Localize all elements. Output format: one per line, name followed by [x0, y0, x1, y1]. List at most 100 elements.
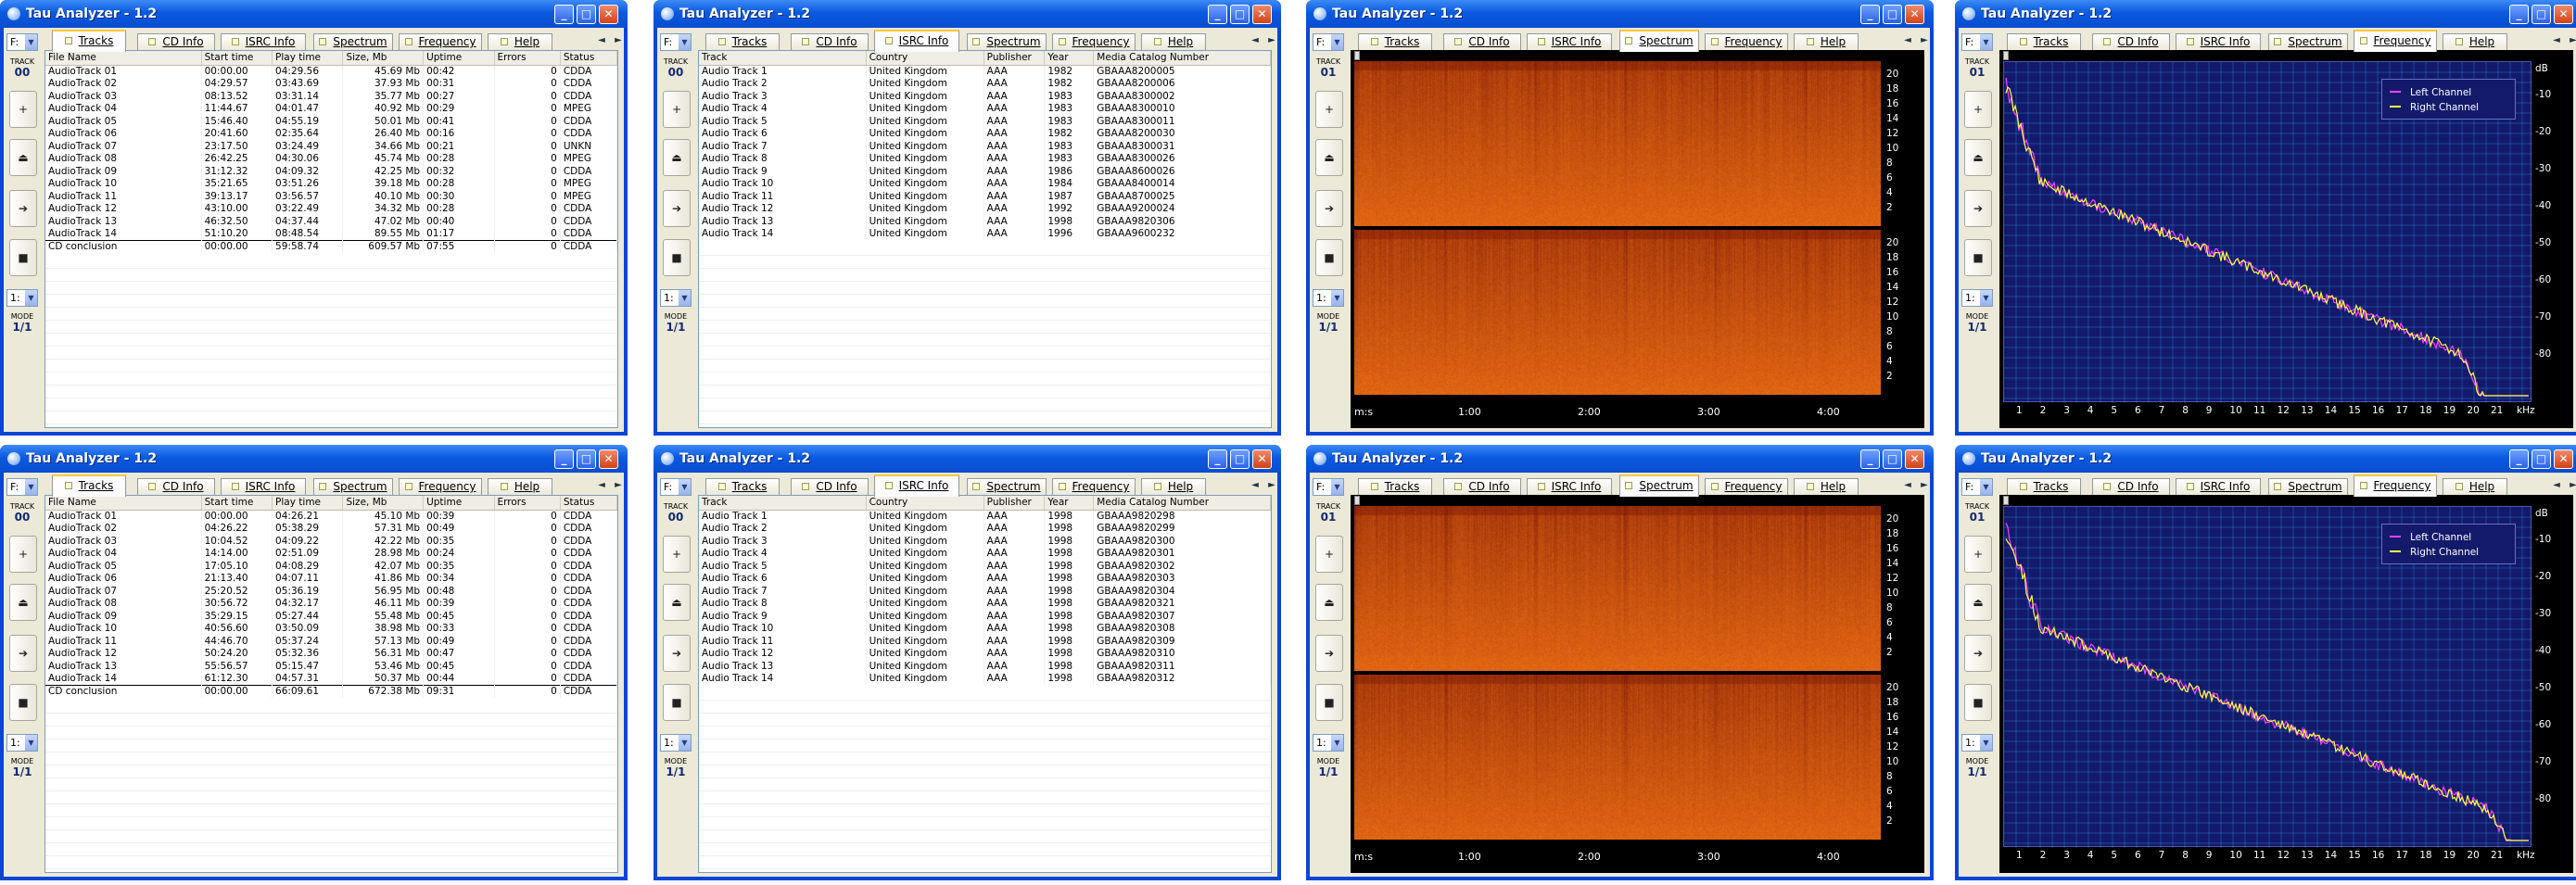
cd-conclusion-row[interactable]: CD conclusion 00:00.00 59:58.74 609.57 Mb 07…	[45, 239, 617, 253]
maximize-button[interactable]: □	[577, 5, 596, 24]
maximize-button[interactable]: □	[1883, 449, 1902, 469]
table-row[interactable]: Audio Track 7 United Kingdom AAA 1998 GBAAA9…	[699, 585, 1271, 598]
mode-select[interactable]: 1: ▼	[1961, 289, 1993, 307]
table-row[interactable]: AudioTrack 03 10:04.52 04:09.22 42.22 Mb 00:…	[45, 535, 617, 548]
table-row[interactable]: AudioTrack 13 55:56.57 05:15.47 53.46 Mb 00:…	[45, 660, 617, 673]
close-button[interactable]: ✕	[1905, 5, 1924, 24]
table-row[interactable]: AudioTrack 04 11:44.67 04:01.47 40.92 Mb 00:…	[45, 102, 617, 115]
table-row[interactable]: AudioTrack 11 44:46.70 05:37.24 57.13 Mb 00:…	[45, 635, 617, 648]
next-button[interactable]: ➔	[1964, 635, 1992, 672]
table-row[interactable]: AudioTrack 12 50:24.20 05:32.36 56.31 Mb 00:…	[45, 647, 617, 660]
close-button[interactable]: ✕	[2554, 5, 2573, 24]
stop-button[interactable]: ■	[9, 684, 37, 721]
table-row[interactable]: AudioTrack 09 35:29.15 05:27.44 55.48 Mb 00:…	[45, 610, 617, 623]
tab-frequency[interactable]: Frequency	[399, 478, 482, 495]
table-row[interactable]: Audio Track 6 United Kingdom AAA 1982 GBAAA8…	[699, 127, 1271, 140]
tab-cd-info[interactable]: CD Info	[137, 33, 215, 50]
tab-help[interactable]: Help	[1794, 478, 1859, 495]
chevron-down-icon[interactable]: ▼	[25, 735, 37, 751]
chevron-down-icon[interactable]: ▼	[1980, 34, 1992, 50]
add-button[interactable]: +	[9, 91, 37, 128]
tab-cd-info[interactable]: CD Info	[2092, 478, 2170, 495]
eject-button[interactable]: ⏏	[1964, 584, 1992, 621]
scroll-left-icon[interactable]: ◄	[1249, 33, 1262, 48]
column-header[interactable]: Track	[699, 496, 867, 511]
chevron-down-icon[interactable]: ▼	[25, 34, 37, 50]
column-header[interactable]: Publisher	[983, 496, 1046, 511]
scroll-left-icon[interactable]: ◄	[2550, 33, 2563, 48]
tab-isrc-info[interactable]: ISRC Info	[1527, 478, 1612, 495]
title-bar[interactable]: Tau Analyzer - 1.2 _ □ ✕	[654, 0, 1281, 28]
title-bar[interactable]: Tau Analyzer - 1.2 _ □ ✕	[1306, 0, 1934, 28]
tab-tracks[interactable]: Tracks	[2007, 478, 2081, 495]
table-row[interactable]: Audio Track 13 United Kingdom AAA 1998 GBAAA…	[699, 660, 1271, 673]
next-button[interactable]: ➔	[663, 190, 691, 227]
table-row[interactable]: AudioTrack 08 26:42.25 04:30.06 45.74 Mb 00:…	[45, 152, 617, 165]
table-row[interactable]: AudioTrack 08 30:56.72 04:32.17 46.11 Mb 00:…	[45, 597, 617, 610]
column-header[interactable]: Start time	[201, 496, 273, 511]
tab-cd-info[interactable]: CD Info	[2092, 33, 2170, 50]
chevron-down-icon[interactable]: ▼	[1331, 34, 1343, 50]
tab-isrc-info[interactable]: ISRC Info	[1527, 33, 1612, 50]
title-bar[interactable]: Tau Analyzer - 1.2 _ □ ✕	[0, 0, 628, 28]
chevron-down-icon[interactable]: ▼	[679, 290, 691, 306]
table-row[interactable]: AudioTrack 14 61:12.30 04:57.31 50.37 Mb 00:…	[45, 672, 617, 685]
tab-tracks[interactable]: Tracks	[1358, 478, 1432, 495]
tab-frequency[interactable]: Frequency	[1052, 478, 1136, 495]
column-header[interactable]: Uptime	[423, 496, 495, 511]
column-header[interactable]: Errors	[494, 496, 561, 511]
chevron-down-icon[interactable]: ▼	[25, 479, 37, 495]
table-row[interactable]: Audio Track 3 United Kingdom AAA 1983 GBAAA8…	[699, 90, 1271, 103]
next-button[interactable]: ➔	[1315, 190, 1343, 227]
table-row[interactable]: Audio Track 8 United Kingdom AAA 1998 GBAAA9…	[699, 597, 1271, 610]
tab-spectrum[interactable]: Spectrum	[1619, 474, 1699, 497]
column-header[interactable]: Country	[866, 51, 984, 66]
table-row[interactable]: Audio Track 5 United Kingdom AAA 1998 GBAAA9…	[699, 560, 1271, 573]
chevron-down-icon[interactable]: ▼	[1331, 479, 1343, 495]
stop-button[interactable]: ■	[1964, 684, 1992, 721]
horizontal-scrollbar[interactable]	[2003, 496, 2530, 505]
table-row[interactable]: Audio Track 1 United Kingdom AAA 1982 GBAAA8…	[699, 65, 1271, 78]
table-row[interactable]: Audio Track 9 United Kingdom AAA 1986 GBAAA8…	[699, 165, 1271, 178]
tab-tracks[interactable]: Tracks	[52, 30, 126, 52]
table-row[interactable]: AudioTrack 03 08:13.52 03:31.14 35.77 Mb 00:…	[45, 90, 617, 103]
scroll-left-icon[interactable]: ◄	[2550, 478, 2563, 493]
next-button[interactable]: ➔	[663, 635, 691, 672]
mode-select[interactable]: 1: ▼	[1313, 289, 1344, 307]
scrollbar-thumb[interactable]	[1354, 496, 1360, 505]
table-row[interactable]: Audio Track 2 United Kingdom AAA 1982 GBAAA8…	[699, 77, 1271, 90]
scroll-left-icon[interactable]: ◄	[1901, 478, 1914, 493]
close-button[interactable]: ✕	[1905, 449, 1924, 469]
tab-spectrum[interactable]: Spectrum	[967, 478, 1047, 495]
tab-help[interactable]: Help	[1141, 478, 1206, 495]
table-row[interactable]: AudioTrack 05 17:05.10 04:08.29 42.07 Mb 00:…	[45, 560, 617, 573]
column-header[interactable]: Status	[560, 496, 617, 511]
table-row[interactable]: Audio Track 7 United Kingdom AAA 1983 GBAAA8…	[699, 140, 1271, 153]
table-row[interactable]: AudioTrack 05 15:46.40 04:55.19 50.01 Mb 00:…	[45, 115, 617, 128]
tab-isrc-info[interactable]: ISRC Info	[221, 478, 306, 495]
tab-spectrum[interactable]: Spectrum	[313, 33, 393, 50]
close-button[interactable]: ✕	[2554, 449, 2573, 469]
tab-help[interactable]: Help	[488, 478, 552, 495]
table-row[interactable]: Audio Track 14 United Kingdom AAA 1996 GBAAA…	[699, 227, 1271, 240]
tab-frequency[interactable]: Frequency	[399, 33, 482, 50]
horizontal-scrollbar[interactable]	[1354, 51, 1881, 60]
cd-conclusion-row[interactable]: CD conclusion 00:00.00 66:09.61 672.38 Mb 09…	[45, 684, 617, 698]
table-row[interactable]: Audio Track 9 United Kingdom AAA 1998 GBAAA9…	[699, 610, 1271, 623]
maximize-button[interactable]: □	[1230, 449, 1250, 469]
tab-isrc-info[interactable]: ISRC Info	[874, 474, 959, 497]
tab-tracks[interactable]: Tracks	[2007, 33, 2081, 50]
eject-button[interactable]: ⏏	[663, 139, 691, 176]
tab-help[interactable]: Help	[488, 33, 552, 50]
table-row[interactable]: AudioTrack 14 51:10.20 08:48.54 89.55 Mb 01:…	[45, 227, 617, 240]
title-bar[interactable]: Tau Analyzer - 1.2 _ □ ✕	[654, 445, 1281, 473]
stop-button[interactable]: ■	[663, 239, 691, 276]
close-button[interactable]: ✕	[1252, 5, 1272, 24]
table-row[interactable]: Audio Track 3 United Kingdom AAA 1998 GBAAA9…	[699, 535, 1271, 548]
column-header[interactable]: File Name	[45, 496, 202, 511]
scroll-right-icon[interactable]: ►	[612, 33, 625, 48]
drive-select[interactable]: F: ▼	[1313, 33, 1344, 51]
tab-tracks[interactable]: Tracks	[52, 474, 126, 497]
tab-tracks[interactable]: Tracks	[1358, 33, 1432, 50]
title-bar[interactable]: Tau Analyzer - 1.2 _ □ ✕	[1306, 445, 1934, 473]
